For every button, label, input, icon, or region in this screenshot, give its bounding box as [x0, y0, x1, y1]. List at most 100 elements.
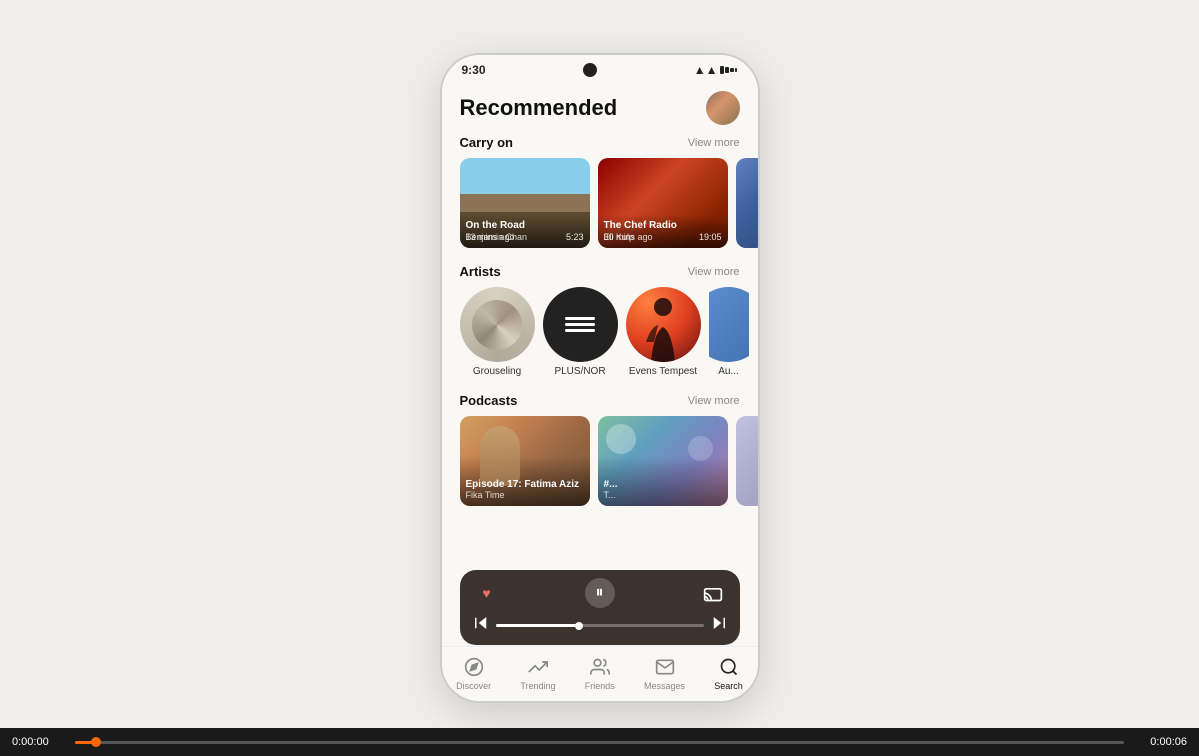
hash-circle-1 — [606, 424, 636, 454]
cast-button[interactable] — [698, 578, 728, 608]
grouseling-inner — [472, 300, 522, 350]
artist-row: Grouseling PLUS/NOR — [442, 283, 758, 381]
card-title-2: The Chef Radio — [604, 220, 722, 232]
show-card-chef[interactable]: The Chef Radio Eli Kulp 30 mins ago 19:0… — [598, 158, 728, 248]
fatima-ep-title: Episode 17: Fatima Aziz — [466, 479, 584, 490]
status-time: 9:30 — [462, 63, 486, 77]
battery-bar-2 — [725, 67, 729, 73]
avatar[interactable] — [706, 91, 740, 125]
video-time-right: 0:00:06 — [1132, 736, 1187, 748]
artist-name-evens: Evens Tempest — [629, 366, 697, 377]
evens-silhouette — [626, 287, 701, 362]
artists-header: Artists View more — [442, 260, 758, 283]
card-duration-1: 5:23 — [566, 232, 584, 242]
artist-name-plusnor: PLUS/NOR — [554, 366, 605, 377]
seek-fill — [496, 624, 579, 627]
wifi-icon: ▲▲ — [694, 63, 718, 77]
prev-icon — [472, 614, 490, 632]
artists-section: Artists View more Grouseling — [442, 260, 758, 381]
fatima-ep-subtitle: Fika Time — [466, 490, 584, 500]
card-duration-2: 19:05 — [699, 232, 722, 242]
card-overlay-2: The Chef Radio Eli Kulp — [598, 214, 728, 248]
plusnor-line-1 — [565, 317, 595, 320]
show-card-third[interactable] — [736, 158, 758, 248]
messages-icon — [653, 655, 677, 679]
scroll-content[interactable]: Carry on View more On the Road Benjamin … — [442, 131, 758, 646]
nav-item-friends[interactable]: Friends — [585, 655, 615, 691]
mini-player-seek — [472, 614, 728, 637]
bottom-nav: Discover Trending — [442, 646, 758, 701]
podcasts-header: Podcasts View more — [442, 389, 758, 412]
nav-label-trending: Trending — [520, 681, 555, 691]
video-progress-dot — [91, 737, 101, 747]
artist-name-grouseling: Grouseling — [473, 366, 521, 377]
artist-item-grouseling[interactable]: Grouseling — [460, 287, 535, 377]
like-button[interactable]: ♥ — [472, 578, 502, 608]
battery-bar-3 — [730, 68, 734, 72]
fatima-overlay: Episode 17: Fatima Aziz Fika Time — [466, 479, 584, 500]
seek-track[interactable] — [496, 624, 704, 627]
status-icons: ▲▲ — [694, 63, 738, 77]
podcasts-title: Podcasts — [460, 393, 518, 408]
nav-label-friends: Friends — [585, 681, 615, 691]
prev-button[interactable] — [472, 614, 490, 637]
podcasts-section: Podcasts View more Episode 17: Fatima Az… — [442, 389, 758, 510]
card-title-1: On the Road — [466, 220, 584, 232]
podcasts-view-more[interactable]: View more — [688, 395, 740, 407]
artist-item-plusnor[interactable]: PLUS/NOR — [543, 287, 618, 377]
search-icon — [717, 655, 741, 679]
podcast-card-fatima[interactable]: Episode 17: Fatima Aziz Fika Time — [460, 416, 590, 506]
artist-circle-grouseling — [460, 287, 535, 362]
artists-view-more[interactable]: View more — [688, 266, 740, 278]
carry-on-title: Carry on — [460, 135, 513, 150]
artist-item-evens[interactable]: Evens Tempest — [626, 287, 701, 377]
carry-on-header: Carry on View more — [442, 131, 758, 154]
nav-item-trending[interactable]: Trending — [520, 655, 555, 691]
hash-ep-title: #... — [604, 479, 722, 490]
card-ago-2: 30 mins ago — [604, 232, 653, 242]
artist-circle-au — [709, 287, 749, 362]
artist-circle-evens — [626, 287, 701, 362]
status-bar: 9:30 ▲▲ — [442, 55, 758, 81]
compass-icon — [462, 655, 486, 679]
compass-svg — [464, 657, 484, 677]
page-title: Recommended — [460, 95, 618, 121]
carry-on-view-more[interactable]: View more — [688, 137, 740, 149]
podcast-cards: Episode 17: Fatima Aziz Fika Time #... T… — [442, 412, 758, 510]
battery-bar-1 — [720, 66, 724, 74]
app-content: Recommended Carry on View more On th — [442, 81, 758, 701]
cast-icon — [703, 583, 723, 603]
artist-item-au[interactable]: Au... — [709, 287, 749, 377]
next-button[interactable] — [710, 614, 728, 637]
mini-player: ♥ ⏸ — [460, 570, 740, 645]
mini-player-controls: ♥ ⏸ — [472, 578, 728, 608]
phone-frame: 9:30 ▲▲ Recommended Carry on — [440, 53, 760, 703]
nav-item-discover[interactable]: Discover — [456, 655, 491, 691]
nav-label-search: Search — [714, 681, 743, 691]
battery-icon — [720, 66, 737, 74]
video-progress-track[interactable] — [75, 741, 1124, 744]
carry-on-cards: On the Road Benjamin Chan 13 mins ago 5:… — [442, 154, 758, 252]
hash-circle-2 — [688, 436, 713, 461]
plusnor-icon — [565, 317, 595, 332]
nav-label-messages: Messages — [644, 681, 685, 691]
pause-button[interactable]: ⏸ — [585, 578, 615, 608]
artists-title: Artists — [460, 264, 501, 279]
nav-label-discover: Discover — [456, 681, 491, 691]
artist-name-au: Au... — [718, 366, 739, 377]
video-bar: 0:00:00 0:00:06 — [0, 728, 1199, 756]
trending-svg — [528, 657, 548, 677]
podcast-card-hash[interactable]: #... T... — [598, 416, 728, 506]
grouseling-art — [460, 287, 535, 362]
artist-circle-plusnor — [543, 287, 618, 362]
messages-svg — [655, 657, 675, 677]
card-ago-1: 13 mins ago — [466, 232, 515, 242]
podcast-card-third2[interactable] — [736, 416, 758, 506]
show-card-road[interactable]: On the Road Benjamin Chan 13 mins ago 5:… — [460, 158, 590, 248]
card-overlay-1: On the Road Benjamin Chan — [460, 214, 590, 248]
hash-ep-subtitle: T... — [604, 490, 722, 500]
camera-dot — [583, 63, 597, 77]
nav-item-messages[interactable]: Messages — [644, 655, 685, 691]
nav-item-search[interactable]: Search — [714, 655, 743, 691]
fatima-figure — [480, 426, 520, 486]
